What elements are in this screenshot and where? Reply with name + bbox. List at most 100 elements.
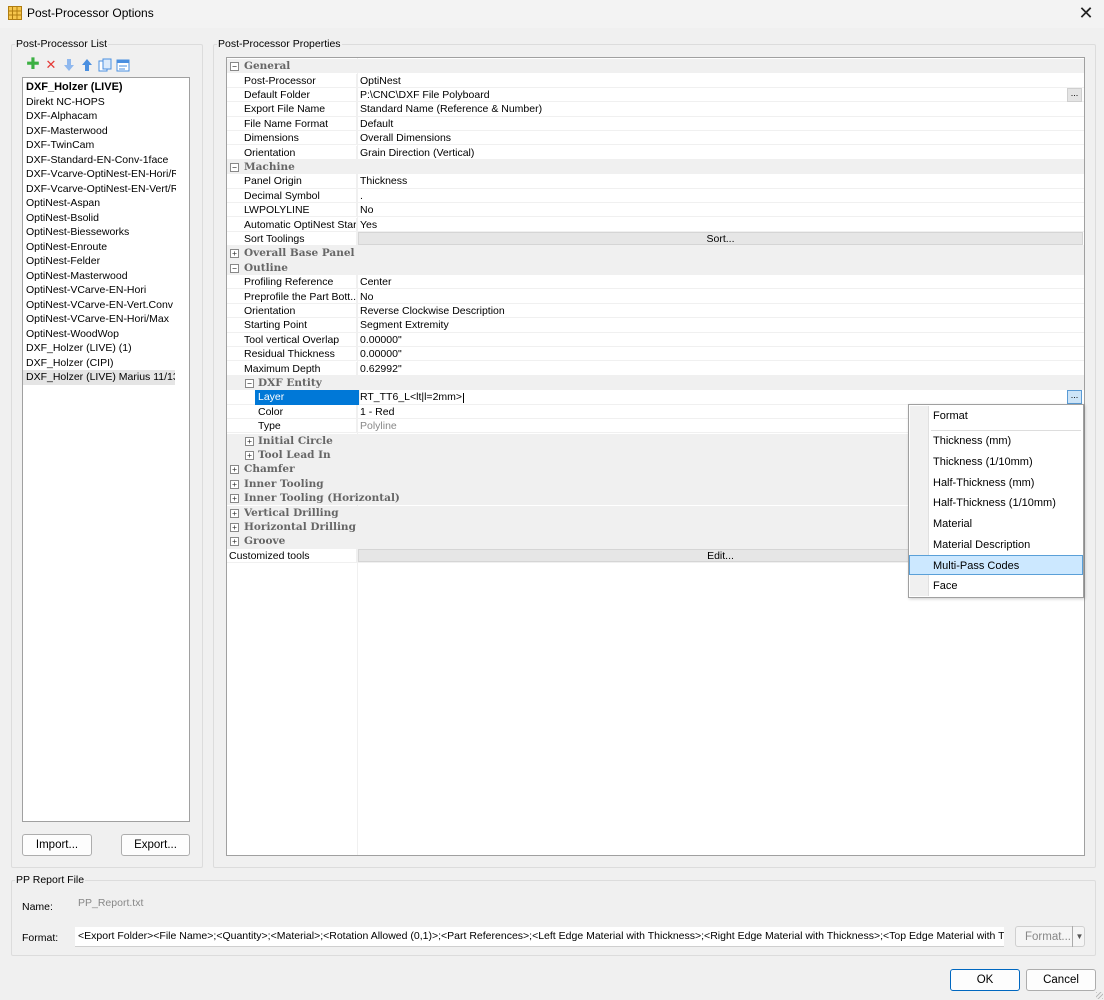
list-item[interactable]: OptiNest-VCarve-EN-Hori/Max <box>23 312 176 327</box>
dropdown-item[interactable]: Half-Thickness (1/10mm) <box>910 493 1082 513</box>
close-icon[interactable]: ✕ <box>1076 2 1096 24</box>
list-item[interactable]: DXF-Masterwood <box>23 124 176 139</box>
move-down-icon[interactable] <box>62 58 76 72</box>
collapse-icon[interactable]: − <box>245 378 254 388</box>
list-item[interactable]: Direkt NC-HOPS <box>23 95 176 110</box>
category-outline[interactable]: − Outline <box>227 260 1084 276</box>
prop-default-folder[interactable]: Default Folder P:\CNC\DXF File Polyboard… <box>227 87 1084 103</box>
list-item[interactable]: DXF_Holzer (CIPI) <box>23 356 176 371</box>
cancel-button[interactable]: Cancel <box>1026 969 1096 991</box>
collapse-icon[interactable]: − <box>230 162 239 172</box>
prop-layer[interactable]: Layer RT_TT6_L<lt|l=2mm> ... <box>227 390 1084 405</box>
list-item[interactable]: DXF_Holzer (LIVE) (1) <box>23 341 176 356</box>
prop-sort-toolings[interactable]: Sort Toolings Sort... <box>227 231 1084 247</box>
prop-value-editing[interactable]: RT_TT6_L<lt|l=2mm> <box>360 390 465 404</box>
list-item[interactable]: OptiNest-Biesseworks <box>23 225 176 240</box>
list-item[interactable]: DXF-Standard-EN-Conv-1face <box>23 153 176 168</box>
prop-value[interactable]: P:\CNC\DXF File Polyboard <box>360 88 490 102</box>
list-item[interactable]: OptiNest-VCarve-EN-Hori <box>23 283 176 298</box>
prop-residual-thickness[interactable]: Residual Thickness 0.00000" <box>227 347 1084 362</box>
list-item[interactable]: DXF-Vcarve-OptiNest-EN-Vert/Re-... <box>23 182 176 197</box>
dropdown-item[interactable]: Face <box>910 576 1082 596</box>
import-button[interactable]: Import... <box>22 834 92 856</box>
prop-preprofile[interactable]: Preprofile the Part Bott... No <box>227 289 1084 304</box>
ok-button[interactable]: OK <box>950 969 1020 991</box>
dropdown-item[interactable]: Material Description <box>910 535 1082 555</box>
prop-value[interactable]: No <box>360 290 373 304</box>
expand-icon[interactable]: + <box>230 494 239 504</box>
prop-orientation[interactable]: Orientation Grain Direction (Vertical) <box>227 145 1084 160</box>
dropdown-item-highlighted[interactable]: Multi-Pass Codes <box>909 555 1083 575</box>
expand-icon[interactable]: + <box>230 479 239 489</box>
browse-button[interactable]: ... <box>1067 87 1082 102</box>
prop-value[interactable]: Overall Dimensions <box>360 131 451 145</box>
prop-value[interactable]: Grain Direction (Vertical) <box>360 146 474 160</box>
prop-file-name-format[interactable]: File Name Format Default <box>227 116 1084 132</box>
report-name-field[interactable]: PP_Report.txt <box>75 894 1083 914</box>
list-item[interactable]: OptiNest-VCarve-EN-Vert.Conv <box>23 298 176 313</box>
copy-icon[interactable] <box>98 58 112 72</box>
prop-maximum-depth[interactable]: Maximum Depth 0.62992" <box>227 361 1084 376</box>
dropdown-item[interactable]: Half-Thickness (mm) <box>910 473 1082 493</box>
prop-value[interactable]: Segment Extremity <box>360 318 449 332</box>
prop-value[interactable]: . <box>360 189 363 203</box>
list-item[interactable]: DXF_Holzer (LIVE) <box>23 80 176 95</box>
list-item[interactable]: DXF-Vcarve-OptiNest-EN-Hori/Re-... <box>23 167 176 182</box>
prop-value[interactable]: Thickness <box>360 174 407 188</box>
prop-value[interactable]: 0.00000" <box>360 347 402 361</box>
prop-value[interactable]: 0.00000" <box>360 333 402 347</box>
prop-value[interactable]: OptiNest <box>360 74 401 88</box>
sort-button[interactable]: Sort... <box>358 231 1083 245</box>
expand-icon[interactable]: + <box>245 436 254 446</box>
move-up-icon[interactable] <box>80 58 94 72</box>
list-item[interactable]: OptiNest-Felder <box>23 254 176 269</box>
layer-browse-button[interactable]: ... <box>1067 390 1082 405</box>
report-format-field[interactable]: <Export Folder><File Name>;<Quantity>;<M… <box>75 927 1004 947</box>
prop-value[interactable]: Default <box>360 117 393 131</box>
expand-icon[interactable]: + <box>230 249 239 259</box>
prop-panel-origin[interactable]: Panel Origin Thickness <box>227 174 1084 189</box>
expand-icon[interactable]: + <box>230 522 239 532</box>
prop-value[interactable]: 1 - Red <box>360 405 394 419</box>
prop-decimal-symbol[interactable]: Decimal Symbol . <box>227 188 1084 204</box>
dropdown-item[interactable]: Thickness (1/10mm) <box>910 452 1082 472</box>
expand-icon[interactable]: + <box>230 537 239 547</box>
prop-automatic-start[interactable]: Automatic OptiNest Start Yes <box>227 217 1084 232</box>
resize-grip-icon[interactable] <box>1096 992 1103 999</box>
layer-format-dropdown[interactable]: Format Thickness (mm) Thickness (1/10mm)… <box>908 404 1084 598</box>
prop-value[interactable]: Reverse Clockwise Description <box>360 304 505 318</box>
collapse-icon[interactable]: − <box>230 62 239 71</box>
list-item[interactable]: DXF-Alphacam <box>23 109 176 124</box>
expand-icon[interactable]: + <box>230 465 239 475</box>
list-item[interactable]: DXF-TwinCam <box>23 138 176 153</box>
expand-icon[interactable]: + <box>230 508 239 518</box>
dropdown-item-format[interactable]: Format <box>910 406 1082 426</box>
expand-icon[interactable]: + <box>245 450 254 460</box>
delete-icon[interactable]: ✕ <box>44 58 58 72</box>
prop-value[interactable]: Yes <box>360 218 377 232</box>
list-item[interactable]: OptiNest-Enroute <box>23 240 176 255</box>
format-dropdown-arrow-icon[interactable]: ▼ <box>1072 926 1086 947</box>
prop-value[interactable]: Center <box>360 275 392 289</box>
list-item[interactable]: OptiNest-Masterwood <box>23 269 176 284</box>
category-general[interactable]: − General <box>227 59 1084 74</box>
prop-dimensions[interactable]: Dimensions Overall Dimensions <box>227 131 1084 146</box>
list-item[interactable]: OptiNest-Aspan <box>23 196 176 211</box>
category-overall-base-panel[interactable]: + Overall Base Panel <box>227 246 1084 261</box>
category-dxf-entity[interactable]: − DXF Entity <box>227 375 1084 391</box>
export-button[interactable]: Export... <box>121 834 190 856</box>
dropdown-item[interactable]: Thickness (mm) <box>910 431 1082 451</box>
prop-lwpolyline[interactable]: LWPOLYLINE No <box>227 203 1084 218</box>
list-item[interactable]: OptiNest-WoodWop <box>23 327 176 342</box>
prop-profiling-reference[interactable]: Profiling Reference Center <box>227 275 1084 290</box>
prop-tool-vertical-overlap[interactable]: Tool vertical Overlap 0.00000" <box>227 332 1084 348</box>
list-item-selected[interactable]: DXF_Holzer (LIVE) Marius 11/13 <box>23 370 175 385</box>
category-machine[interactable]: − Machine <box>227 159 1084 175</box>
prop-post-processor[interactable]: Post-Processor OptiNest <box>227 73 1084 88</box>
post-processor-list[interactable]: DXF_Holzer (LIVE) Direkt NC-HOPS DXF-Alp… <box>22 77 190 822</box>
prop-export-file-name[interactable]: Export File Name Standard Name (Referenc… <box>227 102 1084 117</box>
prop-value[interactable]: 0.62992" <box>360 362 402 376</box>
dropdown-item[interactable]: Material <box>910 514 1082 534</box>
add-icon[interactable]: ✚ <box>26 57 40 73</box>
prop-value[interactable]: No <box>360 203 373 217</box>
